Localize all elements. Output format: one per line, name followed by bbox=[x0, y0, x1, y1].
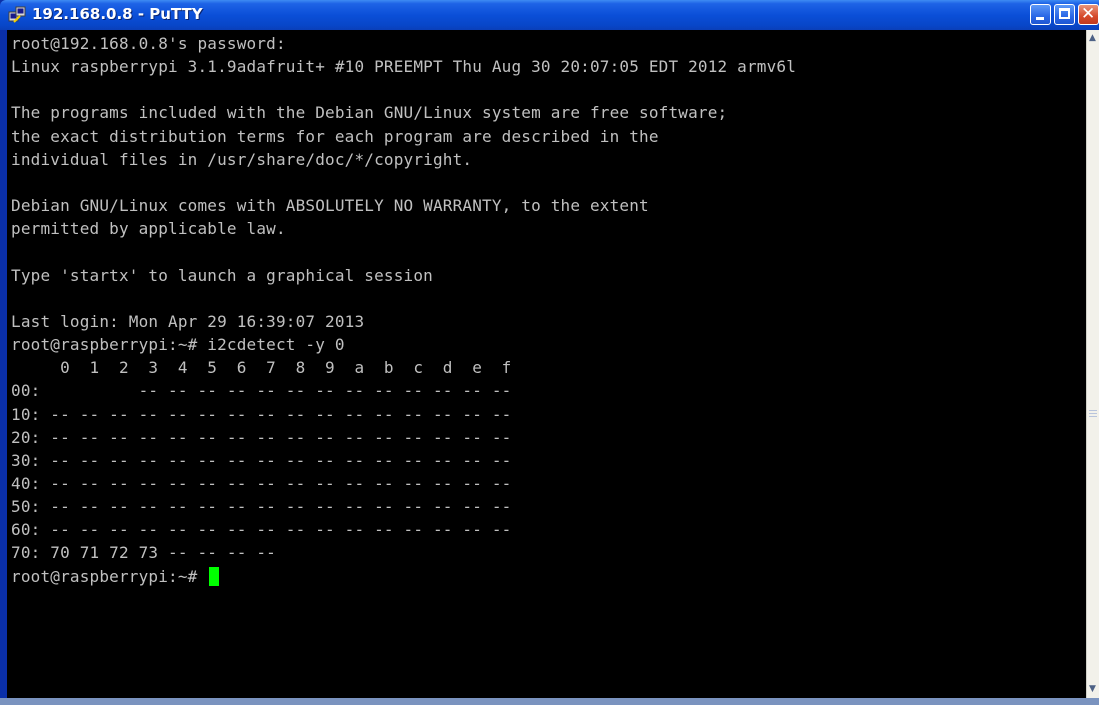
scroll-down-icon[interactable]: ▼ bbox=[1089, 685, 1098, 694]
terminal-line: Last login: Mon Apr 29 16:39:07 2013 bbox=[11, 311, 365, 331]
minimize-icon bbox=[1036, 17, 1044, 20]
minimize-button[interactable] bbox=[1030, 4, 1051, 25]
terminal-line: root@192.168.0.8's password: bbox=[11, 34, 286, 53]
terminal-line: Linux raspberrypi 3.1.9adafruit+ #10 PRE… bbox=[11, 57, 797, 77]
terminal-line: the exact distribution terms for each pr… bbox=[11, 126, 659, 146]
putty-window: 192.168.0.8 - PuTTY ✕ root@192.168.0.8's… bbox=[0, 0, 1099, 705]
terminal-line: 00: -- -- -- -- -- -- -- -- -- -- -- -- … bbox=[11, 381, 512, 401]
terminal-area[interactable]: root@192.168.0.8's password: Linux raspb… bbox=[7, 30, 1086, 698]
terminal-line: 10: -- -- -- -- -- -- -- -- -- -- -- -- … bbox=[11, 404, 512, 424]
terminal-line: permitted by applicable law. bbox=[11, 219, 286, 239]
terminal-output: root@192.168.0.8's password: Linux raspb… bbox=[11, 32, 796, 588]
close-button[interactable]: ✕ bbox=[1078, 4, 1099, 25]
vertical-scrollbar[interactable]: ▲ ▼ bbox=[1086, 30, 1099, 698]
terminal-line: root@raspberrypi:~# i2cdetect -y 0 bbox=[11, 335, 345, 355]
scrollbar-grip[interactable] bbox=[1089, 410, 1097, 419]
maximize-icon bbox=[1059, 8, 1070, 19]
terminal-line: 70: 70 71 72 73 -- -- -- -- bbox=[11, 543, 276, 563]
putty-icon[interactable] bbox=[8, 6, 26, 24]
terminal-line: individual files in /usr/share/doc/*/cop… bbox=[11, 149, 473, 169]
terminal-line: The programs included with the Debian GN… bbox=[11, 103, 728, 123]
terminal-line: 30: -- -- -- -- -- -- -- -- -- -- -- -- … bbox=[11, 450, 512, 470]
terminal-line: 0 1 2 3 4 5 6 7 8 9 a b c d e f bbox=[11, 358, 512, 378]
terminal-line: Debian GNU/Linux comes with ABSOLUTELY N… bbox=[11, 196, 649, 216]
maximize-button[interactable] bbox=[1054, 4, 1075, 25]
title-bar[interactable]: 192.168.0.8 - PuTTY ✕ bbox=[0, 0, 1099, 30]
background-strip bbox=[0, 698, 1099, 705]
close-icon: ✕ bbox=[1081, 4, 1096, 24]
window-title: 192.168.0.8 - PuTTY bbox=[32, 5, 203, 23]
terminal-line: 20: -- -- -- -- -- -- -- -- -- -- -- -- … bbox=[11, 427, 512, 447]
terminal-line: 60: -- -- -- -- -- -- -- -- -- -- -- -- … bbox=[11, 520, 512, 540]
terminal-line: 50: -- -- -- -- -- -- -- -- -- -- -- -- … bbox=[11, 497, 512, 517]
terminal-cursor bbox=[209, 566, 220, 586]
terminal-prompt: root@raspberrypi:~# bbox=[11, 566, 208, 586]
scroll-up-icon[interactable]: ▲ bbox=[1089, 34, 1098, 43]
terminal-line: 40: -- -- -- -- -- -- -- -- -- -- -- -- … bbox=[11, 473, 512, 493]
terminal-line: Type 'startx' to launch a graphical sess… bbox=[11, 265, 433, 285]
